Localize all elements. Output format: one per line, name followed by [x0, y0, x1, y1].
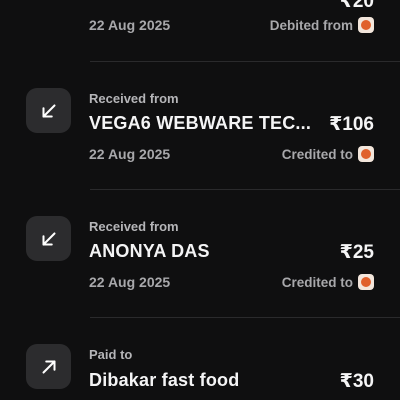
transaction-item[interactable]: Received from VEGA6 WEBWARE TEC... ₹106 … — [0, 62, 400, 190]
transaction-item[interactable]: ₹20 22 Aug 2025 Debited from — [0, 0, 400, 60]
transaction-item[interactable]: Paid to Dibakar fast food ₹30 — [0, 318, 400, 400]
bank-logo-icon — [358, 146, 374, 162]
transaction-status-label: Credited to — [281, 274, 353, 290]
transaction-date: 22 Aug 2025 — [89, 17, 171, 33]
transaction-amount: ₹106 — [329, 114, 374, 135]
bank-logo-icon — [358, 274, 374, 290]
transaction-status: Credited to — [282, 146, 374, 162]
transaction-amount: ₹20 — [339, 0, 374, 12]
transaction-counterparty: VEGA6 WEBWARE TEC... — [89, 113, 312, 133]
bank-logo-icon — [358, 17, 374, 33]
received-arrow-icon — [26, 88, 71, 133]
transaction-counterparty: Dibakar fast food — [89, 370, 240, 390]
transaction-date: 22 Aug 2025 — [89, 146, 171, 162]
transaction-item[interactable]: Received from ANONYA DAS ₹25 22 Aug 2025… — [0, 190, 400, 318]
transaction-type-label: Paid to — [89, 347, 133, 362]
transaction-type-label: Received from — [89, 219, 179, 234]
transaction-status-label: Debited from — [269, 17, 353, 33]
transaction-date: 22 Aug 2025 — [89, 274, 171, 290]
transaction-status: Debited from — [270, 17, 374, 33]
transaction-status-label: Credited to — [281, 146, 353, 162]
transaction-amount: ₹25 — [339, 242, 374, 263]
transaction-type-label: Received from — [89, 91, 179, 106]
sent-arrow-icon — [26, 344, 71, 389]
transaction-status: Credited to — [282, 274, 374, 290]
received-arrow-icon — [26, 216, 71, 261]
transaction-amount: ₹30 — [339, 371, 374, 392]
transaction-counterparty: ANONYA DAS — [89, 241, 210, 261]
